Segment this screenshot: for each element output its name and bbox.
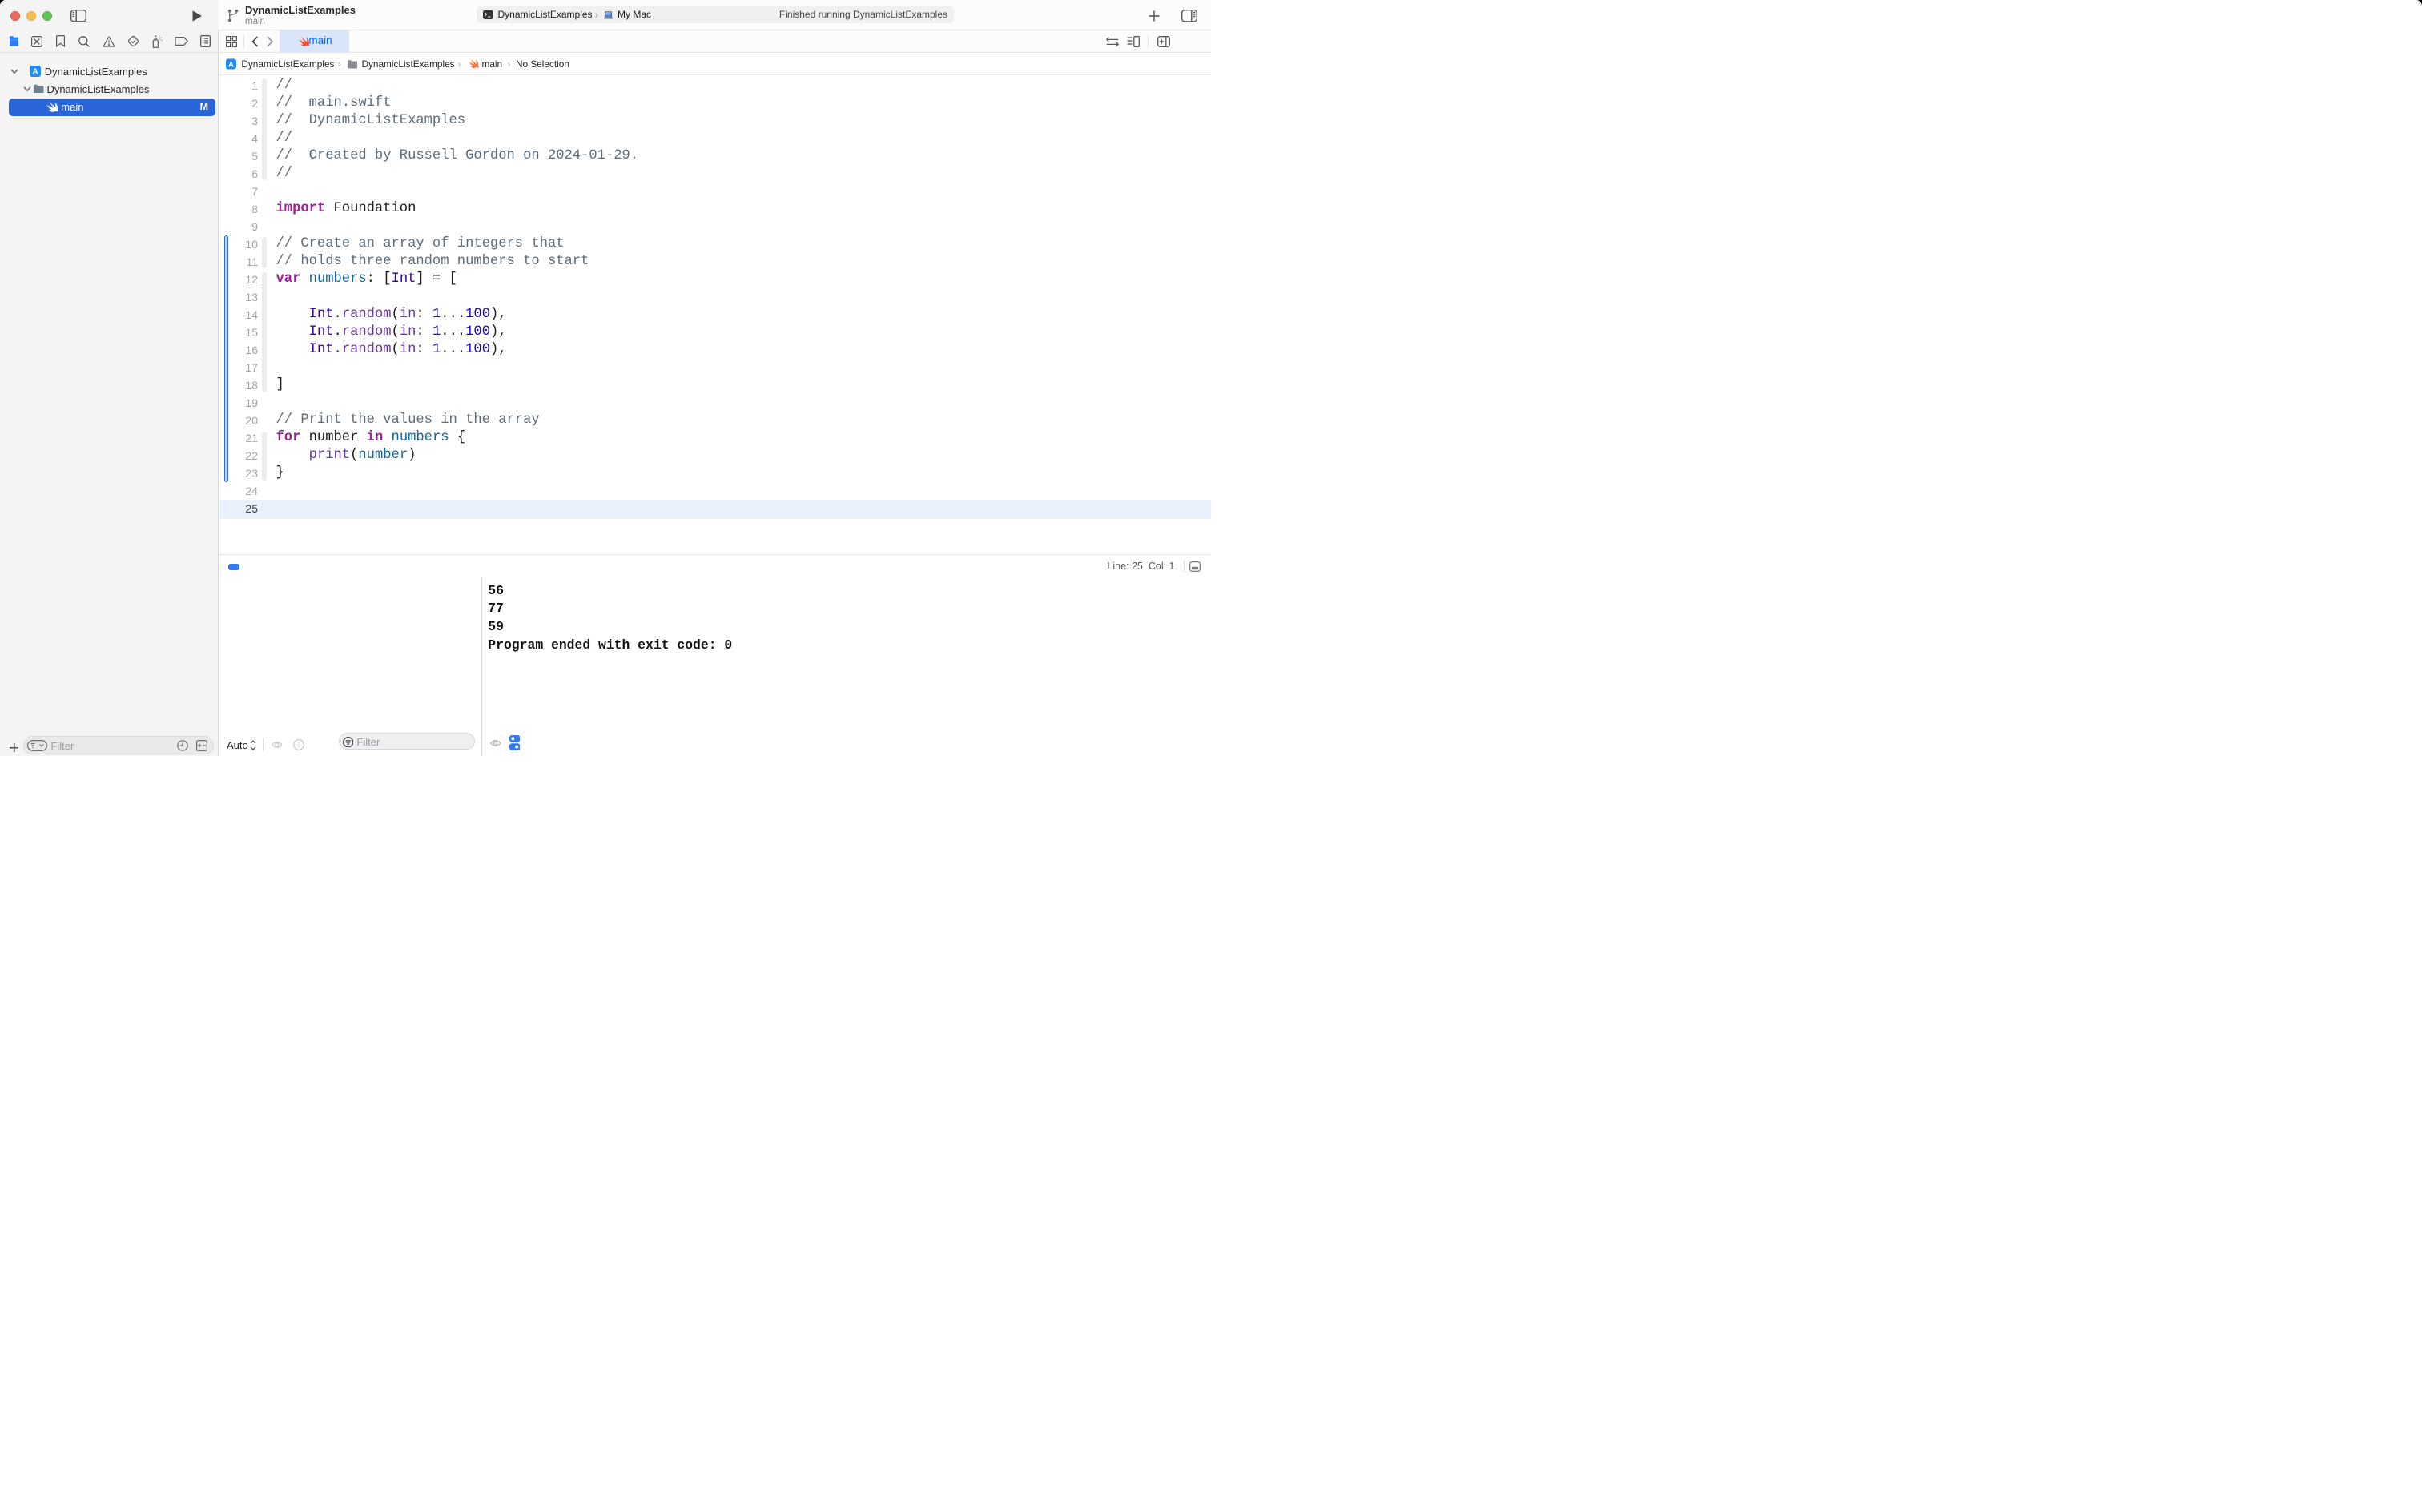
svg-text:A: A	[228, 60, 234, 68]
svg-text:A: A	[32, 68, 38, 77]
svg-text:i: i	[298, 741, 300, 749]
